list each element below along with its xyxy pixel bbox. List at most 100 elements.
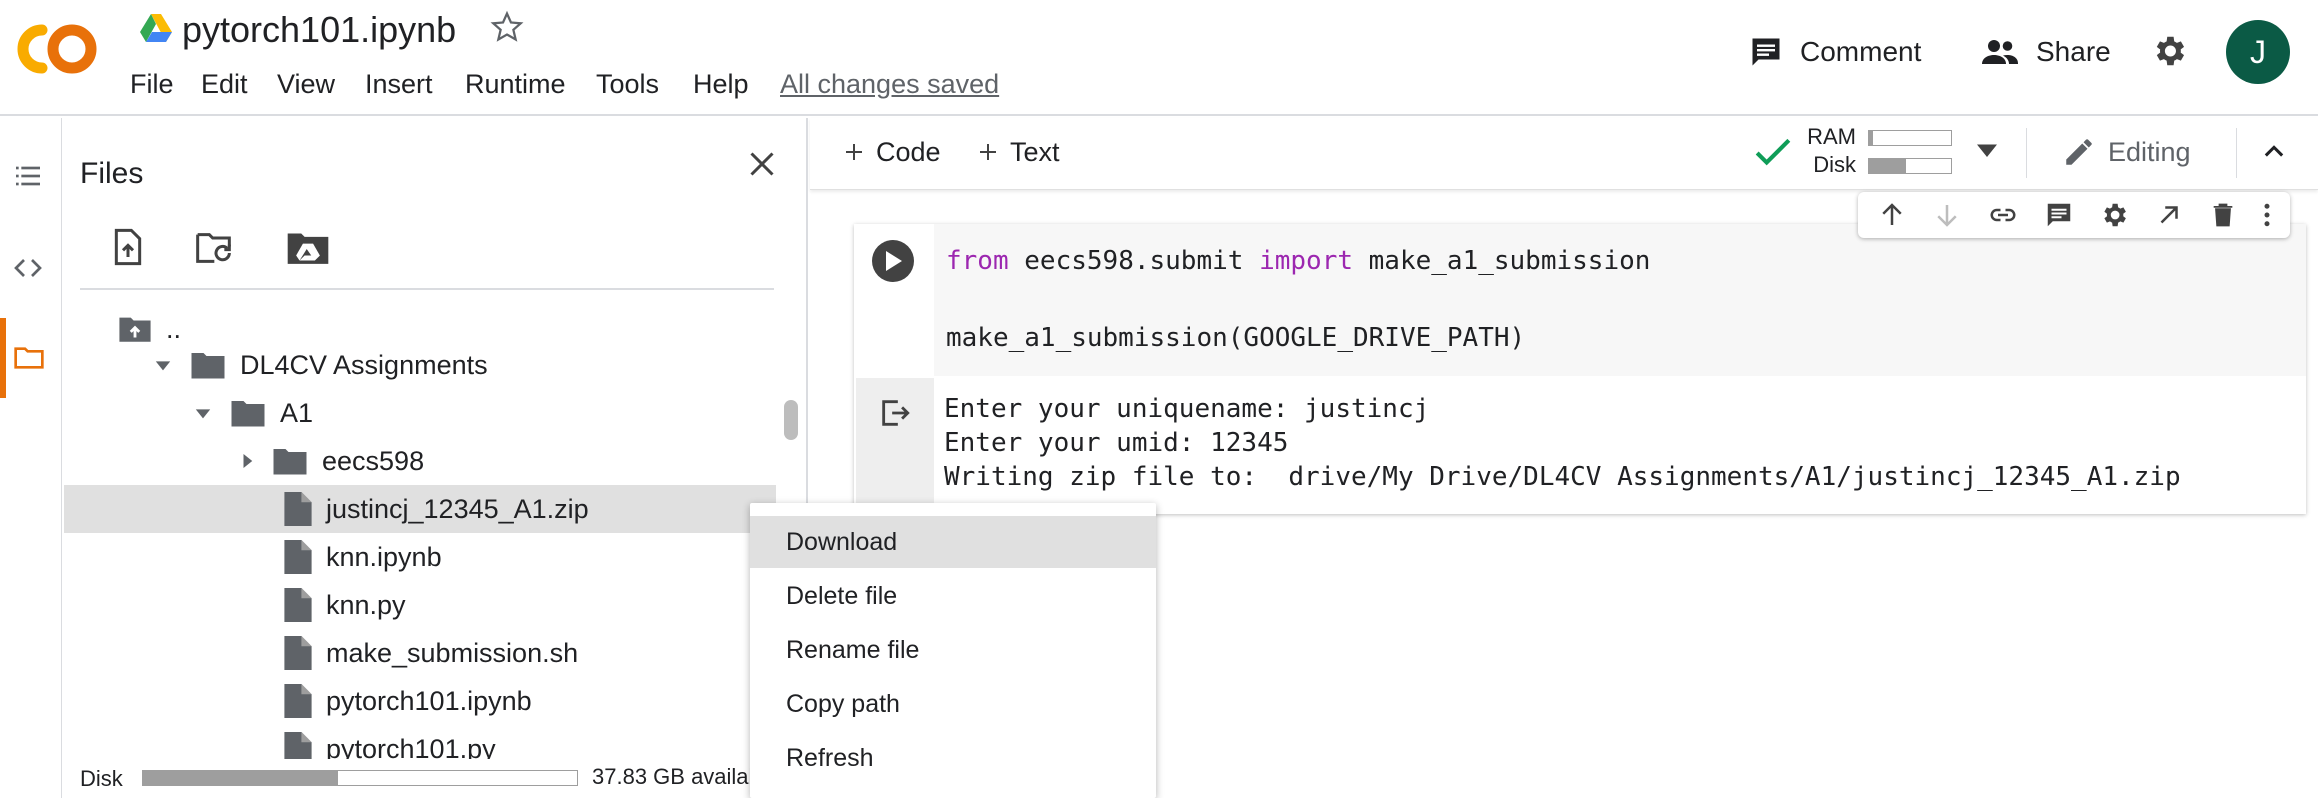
files-panel-title: Files (80, 157, 144, 190)
tree-row-folder[interactable]: DL4CV Assignments (64, 341, 776, 389)
files-scrollbar[interactable] (784, 400, 798, 440)
folder-icon (272, 446, 308, 476)
save-status[interactable]: All changes saved (780, 64, 999, 104)
close-icon[interactable] (744, 146, 780, 182)
ram-label: RAM (1807, 124, 1856, 149)
rail-active-indicator (0, 318, 6, 398)
output-line: Enter your uniquename: justincj (944, 394, 1430, 424)
add-text-button[interactable]: Text (976, 130, 1060, 174)
caret-right-icon (240, 452, 254, 470)
menu-item-copy-path[interactable]: Copy path (750, 678, 1156, 730)
link-icon[interactable] (1987, 200, 2019, 230)
upload-file-icon[interactable] (108, 226, 148, 268)
cell-toolbar (1858, 192, 2290, 238)
plus-icon (842, 140, 866, 164)
code-line-2: make_a1_submission(GOOGLE_DRIVE_PATH) (946, 323, 1526, 353)
add-code-label: Code (876, 136, 941, 167)
tree-row-file[interactable]: pytorch101.ipynb (64, 677, 776, 725)
table-of-contents-icon[interactable] (12, 160, 44, 192)
share-button[interactable]: Share (1980, 28, 2111, 76)
code-text: make_a1_submission (1353, 246, 1651, 276)
tree-label: knn.py (326, 589, 406, 620)
disk-meter-fill (1869, 159, 1906, 173)
runtime-dropdown-icon[interactable] (1974, 142, 2000, 162)
file-icon (284, 540, 312, 574)
file-icon (284, 732, 312, 759)
folder-icon (190, 350, 226, 380)
colab-logo[interactable] (14, 20, 100, 78)
collapse-chevron-up-icon[interactable] (2260, 138, 2288, 166)
menu-item-refresh[interactable]: Refresh (750, 732, 1156, 784)
code-snippets-icon[interactable] (12, 252, 44, 284)
folder-up-icon (118, 314, 152, 344)
pencil-icon (2062, 135, 2096, 169)
ram-meter[interactable] (1868, 130, 1952, 146)
tree-row-folder[interactable]: eecs598 (64, 437, 776, 485)
comment-label: Comment (1800, 36, 1922, 67)
menu-item-download[interactable]: Download (750, 516, 1156, 568)
more-vert-icon[interactable] (2262, 200, 2272, 230)
runtime-disk-label: Disk (1813, 152, 1856, 177)
tree-label: .. (166, 313, 182, 344)
add-text-label: Text (1010, 136, 1060, 167)
refresh-folder-icon[interactable] (194, 228, 238, 268)
run-cell-button[interactable] (872, 240, 914, 282)
menu-help[interactable]: Help (693, 64, 749, 104)
settings-gear-icon[interactable] (2150, 32, 2188, 70)
code-keyword: from (946, 246, 1009, 276)
tree-row-file[interactable]: make_submission.sh (64, 629, 776, 677)
tree-label: A1 (280, 397, 314, 428)
file-icon (284, 588, 312, 622)
comment-button[interactable]: Comment (1748, 28, 1921, 76)
folder-icon (230, 398, 266, 428)
caret-down-icon (154, 356, 172, 374)
user-avatar[interactable]: J (2226, 20, 2290, 84)
connected-check-icon (1754, 136, 1792, 170)
menu-insert[interactable]: Insert (365, 64, 433, 104)
menu-item-delete-file[interactable]: Delete file (750, 570, 1156, 622)
files-folder-icon[interactable] (12, 342, 46, 374)
disk-usage-fill (143, 771, 338, 785)
menu-file[interactable]: File (130, 64, 174, 104)
editing-mode-button[interactable]: Editing (2062, 130, 2191, 174)
tree-label: eecs598 (322, 445, 425, 476)
people-icon (1980, 34, 2020, 70)
tree-label: DL4CV Assignments (240, 349, 488, 380)
caret-down-icon (194, 404, 212, 422)
tree-row-folder[interactable]: A1 (64, 389, 776, 437)
code-keyword: import (1259, 246, 1353, 276)
tree-label: justincj_12345_A1.zip (326, 493, 589, 524)
tree-row-file[interactable]: knn.ipynb (64, 533, 776, 581)
menu-tools[interactable]: Tools (596, 64, 659, 104)
star-icon[interactable] (490, 10, 524, 44)
code-text: eecs598.submit (1008, 246, 1260, 276)
tree-label: knn.ipynb (326, 541, 442, 572)
menu-view[interactable]: View (277, 64, 335, 104)
editing-label: Editing (2108, 136, 2191, 167)
output-line: Enter your umid: 12345 (944, 428, 1289, 458)
delete-trash-icon[interactable] (2209, 200, 2237, 230)
menu-runtime[interactable]: Runtime (465, 64, 566, 104)
file-icon (284, 684, 312, 718)
cell-settings-gear-icon[interactable] (2099, 200, 2129, 230)
mount-drive-icon[interactable] (286, 228, 330, 266)
move-up-icon[interactable] (1877, 200, 1907, 230)
move-down-icon[interactable] (1932, 200, 1962, 230)
disk-label: Disk (80, 766, 123, 791)
tree-clip: pytorch101.py (64, 725, 776, 759)
comment-icon[interactable] (2044, 200, 2074, 230)
open-in-tab-arrow-icon[interactable] (2154, 200, 2184, 230)
toolbar-divider (2236, 128, 2237, 178)
add-code-button[interactable]: Code (842, 130, 941, 174)
file-icon (284, 636, 312, 670)
menu-edit[interactable]: Edit (201, 64, 248, 104)
ram-meter-fill (1869, 131, 1873, 145)
notebook-title[interactable]: pytorch101.ipynb (182, 6, 456, 54)
play-icon (884, 251, 902, 271)
tree-label: pytorch101.ipynb (326, 685, 532, 716)
tree-row-file-selected[interactable]: justincj_12345_A1.zip (64, 485, 776, 533)
tree-row-file[interactable]: pytorch101.py (64, 725, 776, 759)
clear-output-icon[interactable] (878, 396, 912, 430)
tree-row-file[interactable]: knn.py (64, 581, 776, 629)
menu-item-rename-file[interactable]: Rename file (750, 624, 1156, 676)
